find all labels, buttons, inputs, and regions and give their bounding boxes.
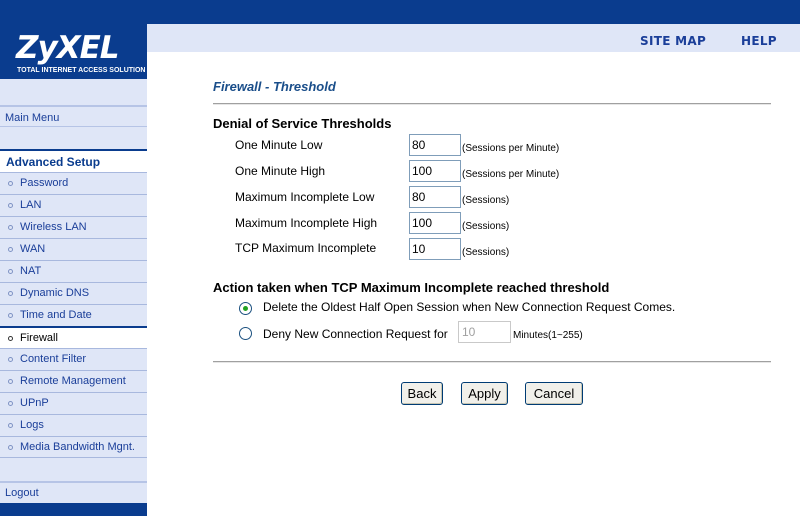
sidebar-logout[interactable]: Logout xyxy=(0,481,147,503)
one-minute-high-label: One Minute High xyxy=(235,164,326,178)
sidebar-item-wan[interactable]: WAN xyxy=(0,238,147,260)
sidebar-item-password[interactable]: Password xyxy=(0,172,147,194)
sidebar-item-media-bandwidth[interactable]: Media Bandwidth Mgnt. xyxy=(0,436,147,458)
brand-tagline: TOTAL INTERNET ACCESS SOLUTION xyxy=(17,67,146,74)
sidebar-item-nat[interactable]: NAT xyxy=(0,260,147,282)
sidebar-item-label: Dynamic DNS xyxy=(20,287,90,299)
apply-button[interactable]: Apply xyxy=(461,382,508,405)
max-incomplete-low-label: Maximum Incomplete Low xyxy=(235,190,375,204)
sidebar-item-label: Media Bandwidth Mgnt. xyxy=(20,441,135,453)
one-minute-low-input[interactable] xyxy=(409,134,461,156)
deny-new-radio[interactable] xyxy=(239,327,252,340)
divider xyxy=(213,103,771,105)
sidebar-item-firewall[interactable]: Firewall xyxy=(0,326,147,348)
one-minute-low-label: One Minute Low xyxy=(235,138,323,152)
divider xyxy=(213,361,771,363)
cancel-button[interactable]: Cancel xyxy=(525,382,583,405)
dos-section-title: Denial of Service Thresholds xyxy=(213,116,392,131)
delete-oldest-label: Delete the Oldest Half Open Session when… xyxy=(263,300,676,314)
one-minute-high-unit: (Sessions per Minute) xyxy=(462,169,560,180)
delete-oldest-radio[interactable] xyxy=(239,302,252,315)
sidebar-item-label: UPnP xyxy=(20,397,49,409)
bullet-icon xyxy=(8,357,13,362)
bullet-icon xyxy=(8,401,13,406)
sidebar-item-time-and-date[interactable]: Time and Date xyxy=(0,304,147,326)
tcp-max-incomplete-label: TCP Maximum Incomplete xyxy=(235,241,377,255)
max-incomplete-low-unit: (Sessions) xyxy=(462,195,510,206)
zyxel-logo: ZyXEL TOTAL INTERNET ACCESS SOLUTION xyxy=(0,24,147,79)
sidebar-main-menu[interactable]: Main Menu xyxy=(0,105,147,127)
bullet-icon xyxy=(8,445,13,450)
main-menu-label: Main Menu xyxy=(5,112,60,124)
sidebar-advanced-setup: Advanced Setup xyxy=(0,149,147,172)
sidebar-item-label: WAN xyxy=(20,243,46,255)
bullet-icon xyxy=(8,269,13,274)
help-link[interactable]: HELP xyxy=(741,34,777,48)
max-incomplete-high-input[interactable] xyxy=(409,212,461,234)
sidebar-item-label: NAT xyxy=(20,265,42,277)
sidebar-item-label: Wireless LAN xyxy=(20,221,87,233)
bullet-icon xyxy=(8,336,13,341)
bullet-icon xyxy=(8,423,13,428)
sidebar-item-logs[interactable]: Logs xyxy=(0,414,147,436)
sidebar-item-wireless-lan[interactable]: Wireless LAN xyxy=(0,216,147,238)
max-incomplete-low-input[interactable] xyxy=(409,186,461,208)
sidebar-footer xyxy=(0,503,147,516)
bullet-icon xyxy=(8,313,13,318)
one-minute-low-unit: (Sessions per Minute) xyxy=(462,143,560,154)
deny-minutes-unit: Minutes(1~255) xyxy=(513,330,583,341)
logout-label: Logout xyxy=(5,487,39,499)
site-map-link[interactable]: SITE MAP xyxy=(640,34,706,48)
bullet-icon xyxy=(8,203,13,208)
sidebar-item-label: Remote Management xyxy=(20,375,126,387)
sidebar-item-label: Firewall xyxy=(20,332,58,344)
sidebar-item-label: LAN xyxy=(20,199,42,211)
bullet-icon xyxy=(8,247,13,252)
deny-new-label: Deny New Connection Request for xyxy=(263,327,448,341)
sidebar-item-label: Time and Date xyxy=(20,309,92,321)
tcp-max-incomplete-input[interactable] xyxy=(409,238,461,260)
header-curve xyxy=(147,52,800,79)
sidebar-item-lan[interactable]: LAN xyxy=(0,194,147,216)
sidebar-item-dynamic-dns[interactable]: Dynamic DNS xyxy=(0,282,147,304)
deny-minutes-input[interactable] xyxy=(458,321,511,343)
back-button[interactable]: Back xyxy=(401,382,443,405)
advanced-setup-label: Advanced Setup xyxy=(6,155,101,169)
one-minute-high-input[interactable] xyxy=(409,160,461,182)
bullet-icon xyxy=(8,379,13,384)
sidebar-item-upnp[interactable]: UPnP xyxy=(0,392,147,414)
bullet-icon xyxy=(8,291,13,296)
sidebar-item-label: Logs xyxy=(20,419,44,431)
max-incomplete-high-unit: (Sessions) xyxy=(462,221,510,232)
sidebar-item-remote-management[interactable]: Remote Management xyxy=(0,370,147,392)
tcp-max-incomplete-unit: (Sessions) xyxy=(462,247,510,258)
brand-name: ZyXEL xyxy=(16,30,120,66)
page-title: Firewall - Threshold xyxy=(213,79,336,94)
bullet-icon xyxy=(8,225,13,230)
sidebar-item-content-filter[interactable]: Content Filter xyxy=(0,348,147,370)
action-section-title: Action taken when TCP Maximum Incomplete… xyxy=(213,280,610,295)
bullet-icon xyxy=(8,181,13,186)
max-incomplete-high-label: Maximum Incomplete High xyxy=(235,216,378,230)
sidebar-item-label: Password xyxy=(20,177,69,189)
sidebar-item-label: Content Filter xyxy=(20,353,87,365)
top-bar xyxy=(0,0,800,24)
